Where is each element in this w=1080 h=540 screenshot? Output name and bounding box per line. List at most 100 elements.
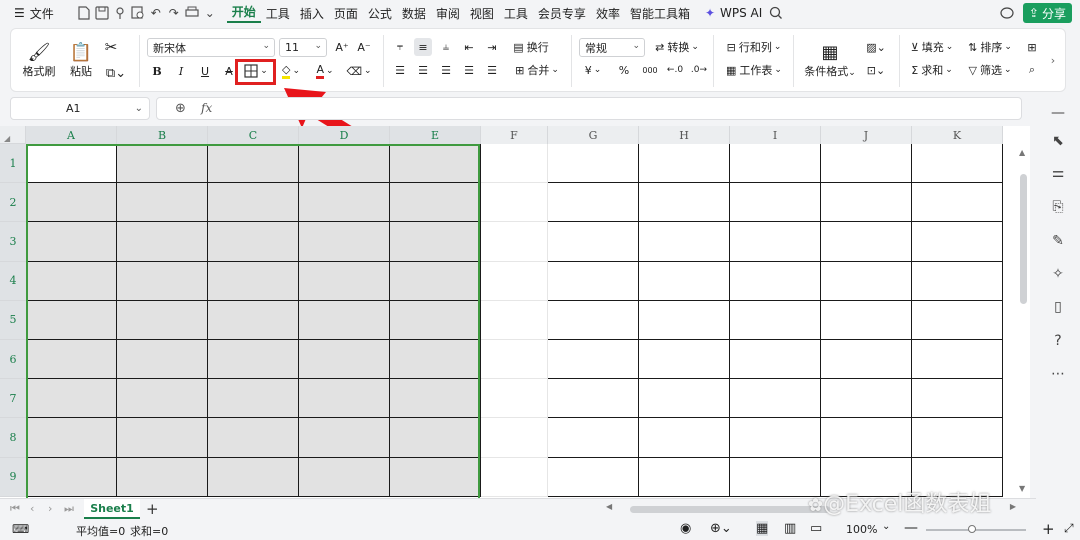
cell-j1[interactable] bbox=[821, 144, 912, 184]
filter-button[interactable]: ▽ 筛选 ⌄ bbox=[965, 61, 1015, 79]
cell-d1[interactable] bbox=[299, 144, 390, 184]
cell-a9[interactable] bbox=[26, 457, 117, 497]
scroll-right-icon[interactable]: ▶ bbox=[1010, 502, 1016, 511]
convert-button[interactable]: ⇄ 转换 ⌄ bbox=[651, 38, 703, 56]
cell-i4[interactable] bbox=[730, 261, 821, 301]
cell-h4[interactable] bbox=[639, 261, 730, 301]
font-size-select[interactable]: 11 ⌄ bbox=[279, 38, 327, 57]
cell-e3[interactable] bbox=[390, 222, 481, 262]
name-box[interactable]: A1 ⌄ bbox=[10, 97, 150, 120]
font-color-button[interactable]: A ⌄ bbox=[311, 61, 339, 81]
cell-e2[interactable] bbox=[390, 183, 481, 223]
cell-b7[interactable] bbox=[117, 379, 208, 419]
cell-c7[interactable] bbox=[208, 379, 299, 419]
zoom-out-icon[interactable]: — bbox=[904, 520, 918, 536]
cell-c9[interactable] bbox=[208, 457, 299, 497]
cell-c1[interactable] bbox=[208, 144, 299, 184]
menu-icon[interactable]: ☰ bbox=[0, 6, 30, 20]
indent-decrease-icon[interactable]: ⇤ bbox=[460, 38, 478, 56]
tab-view[interactable]: 视图 bbox=[465, 5, 499, 22]
cell-a4[interactable] bbox=[26, 261, 117, 301]
fill-button[interactable]: ⊻ 填充 ⌄ bbox=[907, 38, 957, 56]
cell-b1[interactable] bbox=[117, 144, 208, 184]
cell-format-icon[interactable]: ⊡⌄ bbox=[863, 61, 889, 79]
cell-c4[interactable] bbox=[208, 261, 299, 301]
align-middle-icon[interactable]: ≡ bbox=[414, 38, 432, 56]
cell-g6[interactable] bbox=[548, 340, 639, 380]
column-header-g[interactable]: G bbox=[548, 126, 639, 144]
column-header-h[interactable]: H bbox=[639, 126, 730, 144]
fullscreen-icon[interactable]: ⤢ bbox=[1064, 521, 1074, 536]
cell-i7[interactable] bbox=[730, 379, 821, 419]
font-name-select[interactable]: 新宋体 ⌄ bbox=[147, 38, 275, 57]
page-layout-icon[interactable]: ▥ bbox=[784, 521, 796, 536]
cell-b6[interactable] bbox=[117, 340, 208, 380]
tab-insert[interactable]: 插入 bbox=[295, 5, 329, 22]
export-icon[interactable] bbox=[111, 4, 129, 22]
column-header-f[interactable]: F bbox=[481, 126, 548, 144]
spreadsheet-grid[interactable]: ◢ ABCDEFGHIJK 123456789 bbox=[0, 126, 1030, 498]
cell-f3[interactable] bbox=[481, 222, 548, 262]
tab-smart-toolbox[interactable]: 智能工具箱 bbox=[625, 5, 695, 22]
align-left-icon[interactable]: ☰ bbox=[391, 61, 409, 79]
zoom-slider[interactable] bbox=[926, 525, 1026, 533]
italic-button[interactable]: I bbox=[171, 61, 191, 81]
column-header-k[interactable]: K bbox=[912, 126, 1003, 144]
zoom-in-icon[interactable]: ⊕ bbox=[175, 101, 186, 116]
percent-button[interactable]: % bbox=[615, 61, 633, 79]
cell-b8[interactable] bbox=[117, 418, 208, 458]
normal-view-icon[interactable]: ▦ bbox=[756, 521, 769, 536]
row-header-7[interactable]: 7 bbox=[0, 379, 26, 419]
vertical-scrollbar[interactable]: ▲ ▼ bbox=[1016, 144, 1030, 498]
cell-j6[interactable] bbox=[821, 340, 912, 380]
cell-a2[interactable] bbox=[26, 183, 117, 223]
format-painter-button[interactable]: 🖌 格式刷 bbox=[19, 37, 59, 83]
cell-h7[interactable] bbox=[639, 379, 730, 419]
cell-d6[interactable] bbox=[299, 340, 390, 380]
cell-f7[interactable] bbox=[481, 379, 548, 419]
align-bottom-icon[interactable]: ⫨ bbox=[437, 38, 455, 56]
cell-j5[interactable] bbox=[821, 300, 912, 340]
indent-increase-icon[interactable]: ⇥ bbox=[483, 38, 501, 56]
cell-a8[interactable] bbox=[26, 418, 117, 458]
help-icon[interactable]: ? bbox=[1048, 331, 1068, 351]
cell-c3[interactable] bbox=[208, 222, 299, 262]
cell-d5[interactable] bbox=[299, 300, 390, 340]
cell-h6[interactable] bbox=[639, 340, 730, 380]
scroll-left-icon[interactable]: ◀ bbox=[606, 502, 612, 511]
cut-icon[interactable]: ✂ bbox=[101, 37, 121, 57]
cell-k3[interactable] bbox=[912, 222, 1003, 262]
cell-k7[interactable] bbox=[912, 379, 1003, 419]
column-header-c[interactable]: C bbox=[208, 126, 299, 144]
column-header-i[interactable]: I bbox=[730, 126, 821, 144]
cell-h9[interactable] bbox=[639, 457, 730, 497]
brush-icon[interactable]: ✎ bbox=[1048, 231, 1068, 251]
undo-icon[interactable]: ↶ bbox=[147, 4, 165, 22]
cell-k1[interactable] bbox=[912, 144, 1003, 184]
sort-button[interactable]: ⇅ 排序 ⌄ bbox=[965, 38, 1015, 56]
paste-button[interactable]: 📋 粘贴 bbox=[63, 37, 99, 83]
sum-button[interactable]: Σ 求和 ⌄ bbox=[907, 61, 957, 79]
cell-i8[interactable] bbox=[730, 418, 821, 458]
cell-k4[interactable] bbox=[912, 261, 1003, 301]
page-break-icon[interactable]: ▭ bbox=[810, 521, 822, 536]
cell-i2[interactable] bbox=[730, 183, 821, 223]
cell-e1[interactable] bbox=[390, 144, 481, 184]
eye-protection-icon[interactable]: ◉ bbox=[680, 521, 691, 536]
cell-g9[interactable] bbox=[548, 457, 639, 497]
fill-color-button[interactable]: ◇ ⌄ bbox=[277, 61, 305, 81]
cell-g7[interactable] bbox=[548, 379, 639, 419]
cell-d7[interactable] bbox=[299, 379, 390, 419]
cell-g4[interactable] bbox=[548, 261, 639, 301]
clear-format-button[interactable]: ⌫ ⌄ bbox=[345, 61, 373, 81]
justify-icon[interactable]: ☰ bbox=[460, 61, 478, 79]
cell-style-icon[interactable]: ▨⌄ bbox=[863, 38, 889, 56]
cell-j3[interactable] bbox=[821, 222, 912, 262]
cell-f4[interactable] bbox=[481, 261, 548, 301]
cell-a5[interactable] bbox=[26, 300, 117, 340]
align-right-icon[interactable]: ☰ bbox=[437, 61, 455, 79]
horizontal-scroll-thumb[interactable] bbox=[630, 506, 830, 513]
cell-g3[interactable] bbox=[548, 222, 639, 262]
cell-f8[interactable] bbox=[481, 418, 548, 458]
cell-f1[interactable] bbox=[481, 144, 548, 184]
